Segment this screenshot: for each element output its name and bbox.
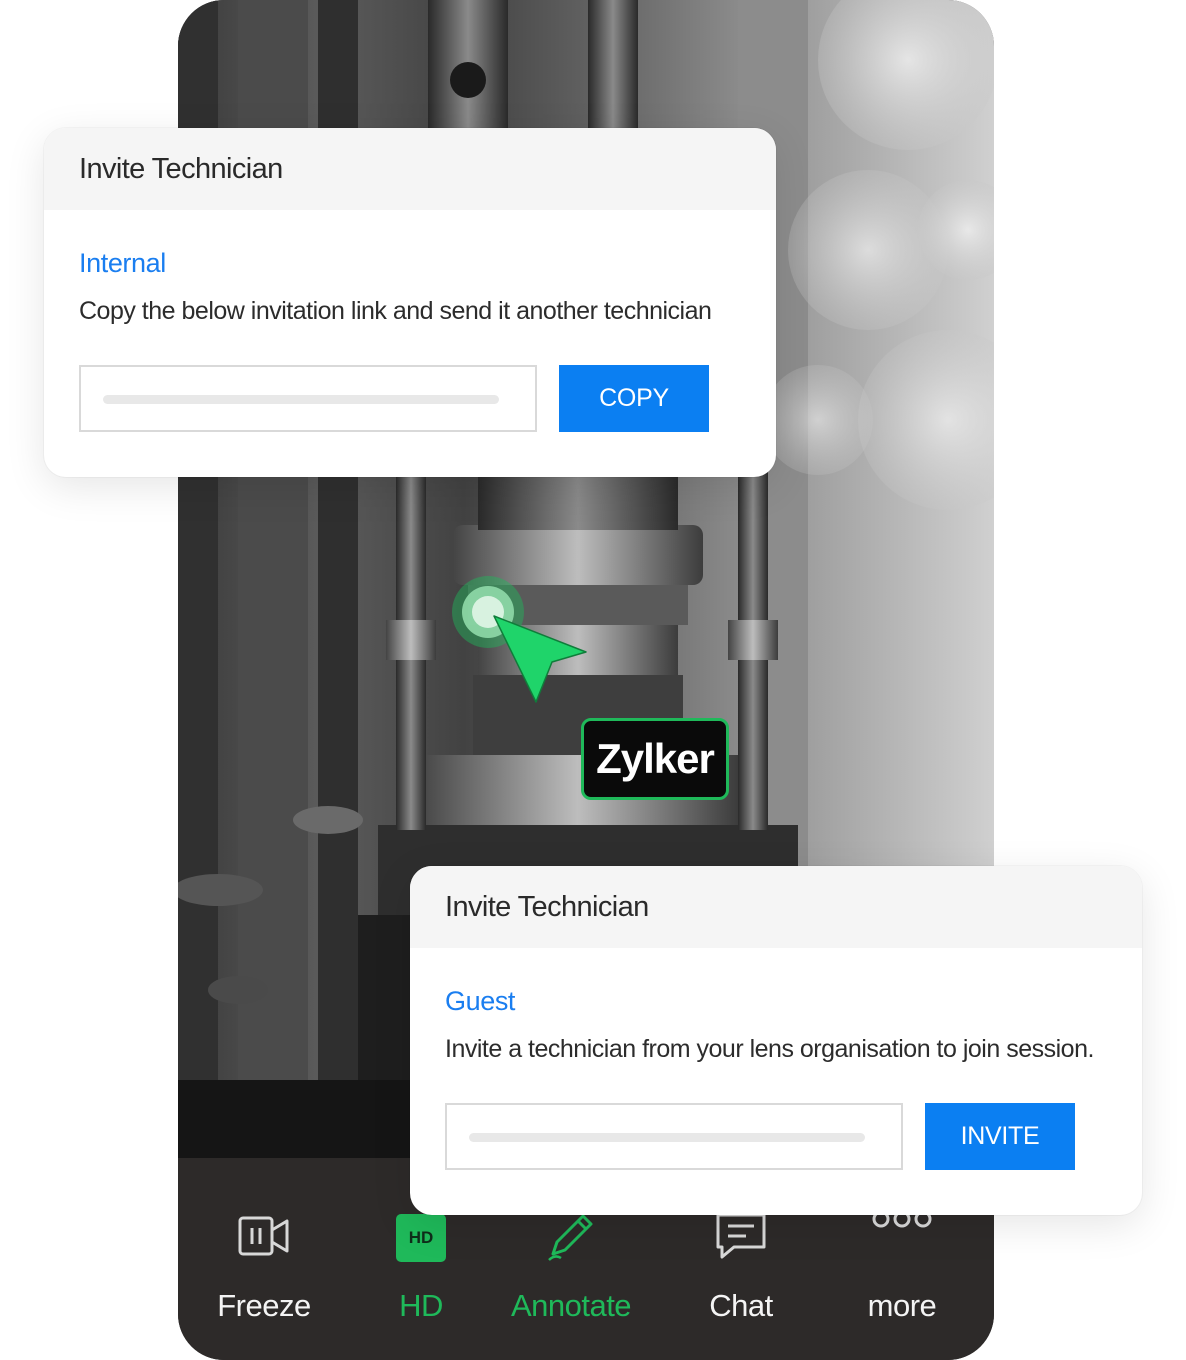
section-label-guest: Guest xyxy=(445,986,516,1016)
annotate-button[interactable]: Annotate xyxy=(496,1206,646,1324)
invitation-link-field[interactable] xyxy=(79,365,537,432)
pointer-user-tag: Zylker xyxy=(581,718,729,800)
copy-button[interactable]: COPY xyxy=(559,365,709,432)
hd-icon: HD xyxy=(396,1214,446,1262)
more-label: more xyxy=(867,1288,937,1323)
chat-button[interactable]: Chat xyxy=(666,1206,816,1324)
card-description: Copy the below invitation link and send … xyxy=(79,297,712,325)
section-label-internal: Internal xyxy=(79,248,166,278)
field-placeholder-bar xyxy=(469,1133,865,1142)
copy-link-row: COPY xyxy=(79,365,709,432)
freeze-video-icon xyxy=(238,1215,290,1262)
freeze-button[interactable]: Freeze xyxy=(189,1206,339,1324)
hd-label: HD xyxy=(399,1288,443,1323)
annotate-label: Annotate xyxy=(510,1288,632,1323)
guest-email-field[interactable] xyxy=(445,1103,903,1170)
invite-internal-card: Invite Technician Internal Copy the belo… xyxy=(44,128,776,477)
invite-button[interactable]: INVITE xyxy=(925,1103,1075,1170)
invite-row: INVITE xyxy=(445,1103,1075,1170)
more-button[interactable]: more xyxy=(827,1206,977,1324)
card-title: Invite Technician xyxy=(44,128,776,210)
invite-guest-card: Invite Technician Guest Invite a technic… xyxy=(410,866,1142,1215)
field-placeholder-bar xyxy=(103,395,499,404)
chat-label: Chat xyxy=(709,1288,773,1323)
chat-bubble-icon xyxy=(714,1211,768,1266)
pen-icon xyxy=(545,1210,597,1267)
card-description: Invite a technician from your lens organ… xyxy=(445,1035,1094,1063)
remote-pointer-icon xyxy=(452,576,587,703)
freeze-label: Freeze xyxy=(217,1288,311,1323)
card-title: Invite Technician xyxy=(410,866,1142,948)
hd-button[interactable]: HD HD xyxy=(346,1206,496,1324)
